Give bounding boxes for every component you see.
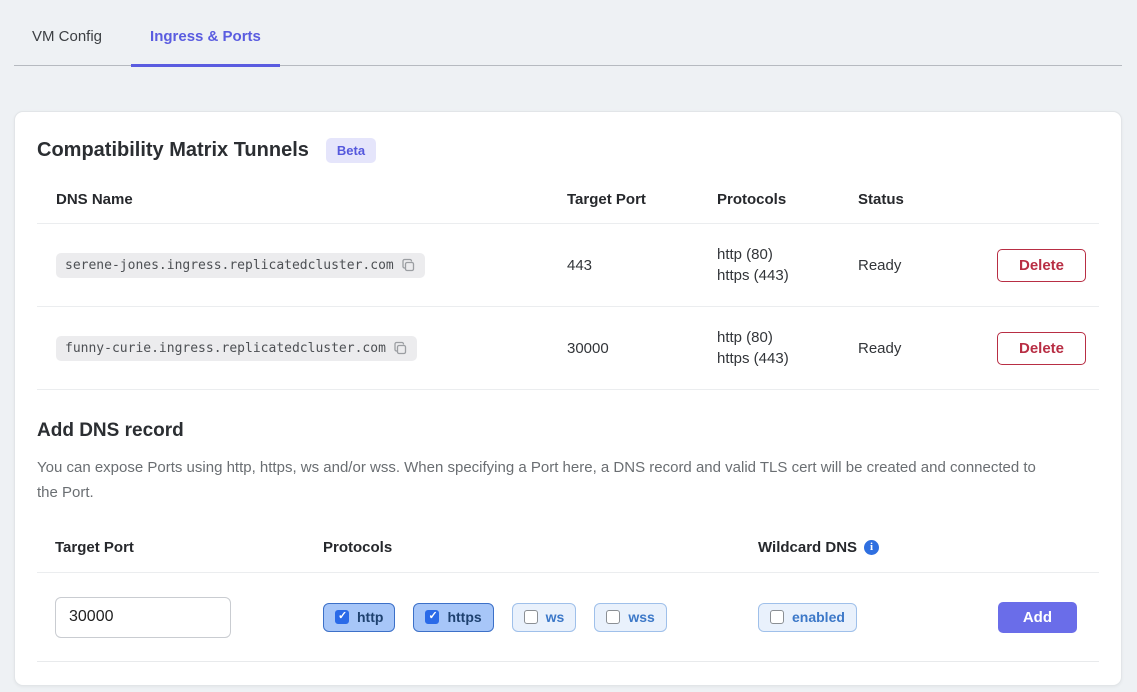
add-dns-record-heading: Add DNS record (37, 420, 1099, 442)
col-header-actions (997, 175, 1099, 224)
form-header-protocols: Protocols (323, 525, 758, 573)
checkbox-icon (770, 610, 784, 624)
protocol-toggle-label: http (357, 609, 383, 625)
delete-button[interactable]: Delete (997, 249, 1086, 282)
table-header-row: DNS Name Target Port Protocols Status (37, 175, 1099, 224)
table-row: serene-jones.ingress.replicatedcluster.c… (37, 224, 1099, 307)
protocol-line: http (80) (717, 327, 858, 348)
target-port-input[interactable] (55, 597, 231, 638)
form-cell-target-port (37, 573, 323, 661)
status-cell: Ready (858, 224, 997, 307)
protocols-cell: http (80) https (443) (717, 307, 858, 390)
dns-name-pill: funny-curie.ingress.replicatedcluster.co… (56, 336, 417, 361)
delete-button[interactable]: Delete (997, 332, 1086, 365)
add-button[interactable]: Add (998, 602, 1077, 633)
beta-badge: Beta (326, 138, 376, 163)
status-cell: Ready (858, 307, 997, 390)
copy-icon[interactable] (393, 341, 408, 356)
protocol-toggles: http https ws wss (323, 603, 667, 632)
protocol-toggle-https[interactable]: https (413, 603, 493, 632)
protocol-line: http (80) (717, 244, 858, 265)
checkbox-icon (335, 610, 349, 624)
form-header-target-port: Target Port (37, 525, 323, 573)
protocol-toggle-label: https (447, 609, 481, 625)
checkbox-icon (606, 610, 620, 624)
tab-vm-config[interactable]: VM Config (30, 0, 104, 65)
dns-name-text: serene-jones.ingress.replicatedcluster.c… (65, 258, 394, 273)
checkbox-icon (425, 610, 439, 624)
protocol-toggle-wss[interactable]: wss (594, 603, 666, 632)
protocol-toggle-ws[interactable]: ws (512, 603, 577, 632)
compatibility-matrix-tunnels-card: Compatibility Matrix Tunnels Beta DNS Na… (14, 111, 1122, 686)
card-title: Compatibility Matrix Tunnels (37, 139, 309, 162)
col-header-status: Status (858, 175, 997, 224)
form-cell-wildcard: enabled (758, 573, 997, 661)
col-header-protocols: Protocols (717, 175, 858, 224)
form-header-target-port-label: Target Port (55, 539, 134, 556)
protocols-cell: http (80) https (443) (717, 224, 858, 307)
tab-ingress-ports[interactable]: Ingress & Ports (148, 0, 263, 65)
protocol-toggle-label: ws (546, 609, 565, 625)
add-dns-form: Target Port Protocols Wildcard DNS http … (37, 525, 1099, 661)
form-header-protocols-label: Protocols (323, 539, 392, 556)
copy-icon[interactable] (401, 258, 416, 273)
protocol-toggle-http[interactable]: http (323, 603, 395, 632)
checkbox-icon (524, 610, 538, 624)
wildcard-toggle-label: enabled (792, 609, 845, 625)
tunnels-table: DNS Name Target Port Protocols Status se… (37, 175, 1099, 390)
add-dns-record-description: You can expose Ports using http, https, … (37, 455, 1047, 505)
dns-name-pill: serene-jones.ingress.replicatedcluster.c… (56, 253, 425, 278)
card-title-row: Compatibility Matrix Tunnels Beta (37, 138, 1099, 163)
protocol-line: https (443) (717, 265, 858, 286)
protocol-toggle-label: wss (628, 609, 654, 625)
form-header-wildcard-dns-label: Wildcard DNS (758, 539, 857, 556)
table-row: funny-curie.ingress.replicatedcluster.co… (37, 307, 1099, 390)
target-port-cell: 30000 (567, 307, 717, 390)
bottom-divider (37, 661, 1099, 662)
info-icon[interactable] (864, 540, 879, 555)
protocol-line: https (443) (717, 348, 858, 369)
tab-bar: VM Config Ingress & Ports (14, 0, 1122, 66)
dns-name-text: funny-curie.ingress.replicatedcluster.co… (65, 341, 386, 356)
col-header-dns-name: DNS Name (37, 175, 567, 224)
wildcard-enabled-toggle[interactable]: enabled (758, 603, 857, 632)
form-cell-actions: Add (997, 573, 1099, 661)
form-header-wildcard-dns: Wildcard DNS (758, 525, 997, 573)
form-cell-protocols: http https ws wss (323, 573, 758, 661)
target-port-cell: 443 (567, 224, 717, 307)
col-header-target-port: Target Port (567, 175, 717, 224)
form-header-actions (997, 525, 1099, 573)
